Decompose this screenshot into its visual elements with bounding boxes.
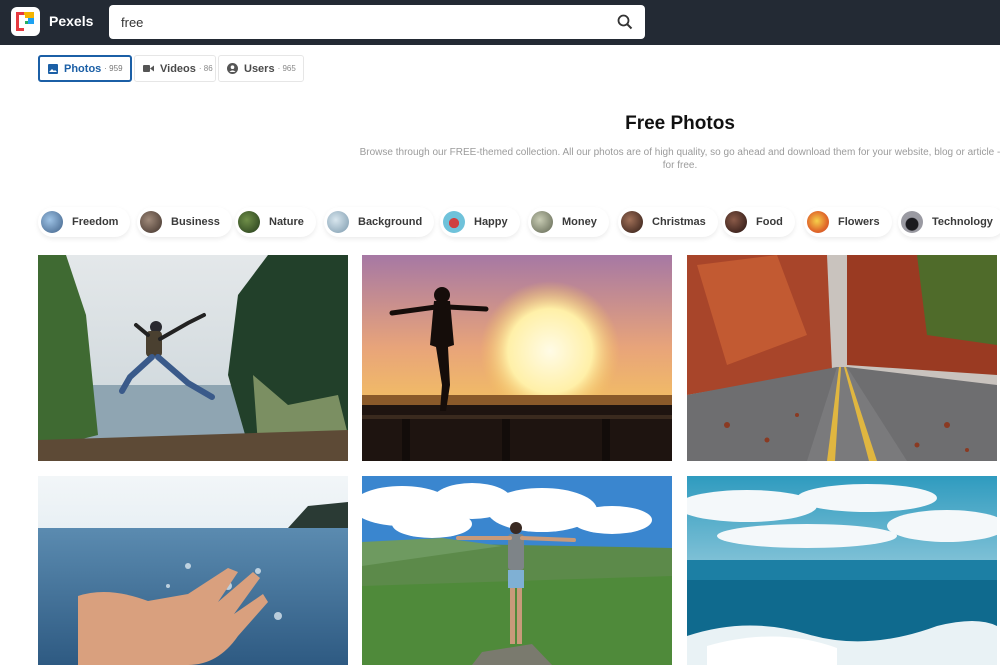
pexels-logo-icon — [16, 12, 34, 31]
tab-users[interactable]: Users · 965 — [218, 55, 304, 82]
background-thumbnail — [327, 211, 349, 233]
top-navbar: Pexels — [0, 0, 1000, 45]
search-icon[interactable] — [617, 14, 633, 30]
related-searches: Freedom Business Nature Background Happy… — [38, 207, 1000, 237]
technology-thumbnail — [901, 211, 923, 233]
photo-hand-over-water[interactable] — [38, 476, 348, 665]
chip-flowers[interactable]: Flowers — [804, 207, 892, 237]
tab-users-count: 965 — [282, 64, 296, 73]
page-title: Free Photos — [625, 113, 735, 134]
brand-name[interactable]: Pexels — [49, 13, 93, 29]
photo-sunset-silhouette[interactable] — [362, 255, 672, 461]
tab-videos[interactable]: Videos · 86 — [134, 55, 216, 82]
christmas-thumbnail — [621, 211, 643, 233]
tab-photos[interactable]: Photos · 959 — [38, 55, 132, 82]
pexels-logo[interactable] — [11, 7, 40, 36]
image-icon — [48, 63, 58, 74]
chip-money[interactable]: Money — [528, 207, 609, 237]
search-input[interactable] — [121, 5, 601, 39]
photo-autumn-road[interactable] — [687, 255, 997, 461]
chip-label: Business — [171, 216, 220, 228]
photo-man-on-mountain[interactable] — [362, 476, 672, 665]
chip-business[interactable]: Business — [137, 207, 232, 237]
page-description: Browse through our FREE-themed collectio… — [359, 147, 1000, 171]
photo-person-jumping[interactable] — [38, 255, 348, 461]
tab-photos-label: Photos — [64, 62, 102, 75]
photo-ocean-wave[interactable] — [687, 476, 997, 665]
user-icon — [227, 63, 238, 74]
chip-label: Happy — [474, 216, 508, 228]
chip-label: Money — [562, 216, 597, 228]
chip-happy[interactable]: Happy — [440, 207, 520, 237]
tab-users-label: Users — [244, 62, 275, 75]
tab-videos-label: Videos — [160, 62, 196, 75]
chip-freedom[interactable]: Freedom — [38, 207, 131, 237]
chip-label: Nature — [269, 216, 304, 228]
food-thumbnail — [725, 211, 747, 233]
chip-label: Technology — [932, 216, 993, 228]
chip-background[interactable]: Background — [324, 207, 435, 237]
tab-photos-count: 959 — [109, 64, 123, 73]
chip-label: Christmas — [652, 216, 706, 228]
tab-videos-count: 86 — [203, 64, 213, 73]
chip-label: Background — [358, 216, 423, 228]
happy-thumbnail — [443, 211, 465, 233]
chip-nature[interactable]: Nature — [235, 207, 316, 237]
flowers-thumbnail — [807, 211, 829, 233]
chip-label: Freedom — [72, 216, 119, 228]
chip-label: Flowers — [838, 216, 880, 228]
video-camera-icon — [143, 64, 154, 73]
freedom-thumbnail — [41, 211, 63, 233]
nature-thumbnail — [238, 211, 260, 233]
search-bar[interactable] — [109, 5, 645, 39]
chip-technology[interactable]: Technology — [898, 207, 1000, 237]
chip-food[interactable]: Food — [722, 207, 795, 237]
chip-label: Food — [756, 216, 783, 228]
money-thumbnail — [531, 211, 553, 233]
chip-christmas[interactable]: Christmas — [618, 207, 718, 237]
business-thumbnail — [140, 211, 162, 233]
